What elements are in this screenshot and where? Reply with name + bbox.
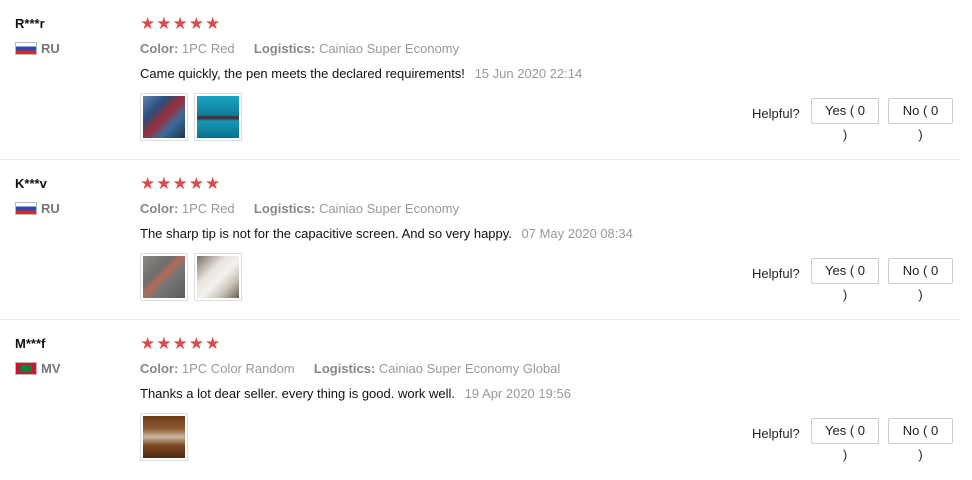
reviewer-country: MV [15, 361, 61, 376]
review-photo-thumbnail[interactable] [140, 93, 188, 141]
helpful-yes-button[interactable]: Yes ( 0 ) [811, 418, 879, 462]
reviewer-country: RU [15, 201, 60, 216]
helpful-label: Helpful? [752, 426, 800, 441]
logistics-label: Logistics: [313, 361, 376, 376]
helpful-no-button[interactable]: No ( 0 ) [888, 258, 953, 302]
package-photo-image [197, 256, 239, 298]
comment-text: The sharp tip is not for the capacitive … [140, 226, 512, 241]
comment-text: Came quickly, the pen meets the declared… [140, 66, 465, 81]
russia-flag-icon [15, 42, 37, 55]
helpful-yes-button[interactable]: Yes ( 0 ) [811, 258, 879, 302]
pen-photo-image [197, 96, 239, 138]
review-photos [140, 253, 242, 301]
color-label: Color: [140, 201, 179, 216]
pen-photo-image [143, 256, 185, 298]
review-photo-thumbnail[interactable] [140, 413, 188, 461]
country-code: MV [41, 361, 61, 376]
review-photo-thumbnail[interactable] [194, 93, 242, 141]
color-value: 1PC Red [181, 201, 235, 216]
review-comment: The sharp tip is not for the capacitive … [140, 226, 633, 241]
review-date: 15 Jun 2020 22:14 [474, 66, 583, 81]
country-code: RU [41, 201, 60, 216]
order-info: Color: 1PC Color Random Logistics: Caini… [140, 361, 560, 376]
color-label: Color: [140, 361, 179, 376]
helpful-no-button[interactable]: No ( 0 ) [888, 418, 953, 462]
review-comment: Came quickly, the pen meets the declared… [140, 66, 582, 81]
reviewer-name: M***f [15, 336, 46, 351]
review-item: R***r RU ★★★★★ Color: 1PC Red Logistics:… [0, 0, 960, 160]
logistics-value: Cainiao Super Economy [318, 201, 460, 216]
helpful-label: Helpful? [752, 266, 800, 281]
reviewer-name: R***r [15, 16, 45, 31]
star-rating: ★★★★★ [140, 174, 222, 193]
helpful-no-button[interactable]: No ( 0 ) [888, 98, 953, 142]
logistics-label: Logistics: [253, 41, 316, 56]
pen-photo-image [143, 96, 185, 138]
helpful-yes-button[interactable]: Yes ( 0 ) [811, 98, 879, 142]
pen-photo-image [143, 416, 185, 458]
order-info: Color: 1PC Red Logistics: Cainiao Super … [140, 41, 459, 56]
logistics-value: Cainiao Super Economy [318, 41, 460, 56]
review-date: 19 Apr 2020 19:56 [464, 386, 571, 401]
reviewer-name: K***v [15, 176, 47, 191]
review-photo-thumbnail[interactable] [194, 253, 242, 301]
logistics-label: Logistics: [253, 201, 316, 216]
color-value: 1PC Red [181, 41, 235, 56]
order-info: Color: 1PC Red Logistics: Cainiao Super … [140, 201, 459, 216]
review-photo-thumbnail[interactable] [140, 253, 188, 301]
helpful-label: Helpful? [752, 106, 800, 121]
review-item: K***v RU ★★★★★ Color: 1PC Red Logistics:… [0, 160, 960, 320]
star-rating: ★★★★★ [140, 334, 222, 353]
color-value: 1PC Color Random [181, 361, 295, 376]
star-rating: ★★★★★ [140, 14, 222, 33]
review-date: 07 May 2020 08:34 [521, 226, 633, 241]
review-photos [140, 413, 188, 461]
maldives-flag-icon [15, 362, 37, 375]
country-code: RU [41, 41, 60, 56]
reviewer-country: RU [15, 41, 60, 56]
review-photos [140, 93, 242, 141]
review-item: M***f MV ★★★★★ Color: 1PC Color Random L… [0, 320, 960, 480]
review-comment: Thanks a lot dear seller. every thing is… [140, 386, 571, 401]
comment-text: Thanks a lot dear seller. every thing is… [140, 386, 456, 401]
russia-flag-icon [15, 202, 37, 215]
logistics-value: Cainiao Super Economy Global [378, 361, 561, 376]
color-label: Color: [140, 41, 179, 56]
